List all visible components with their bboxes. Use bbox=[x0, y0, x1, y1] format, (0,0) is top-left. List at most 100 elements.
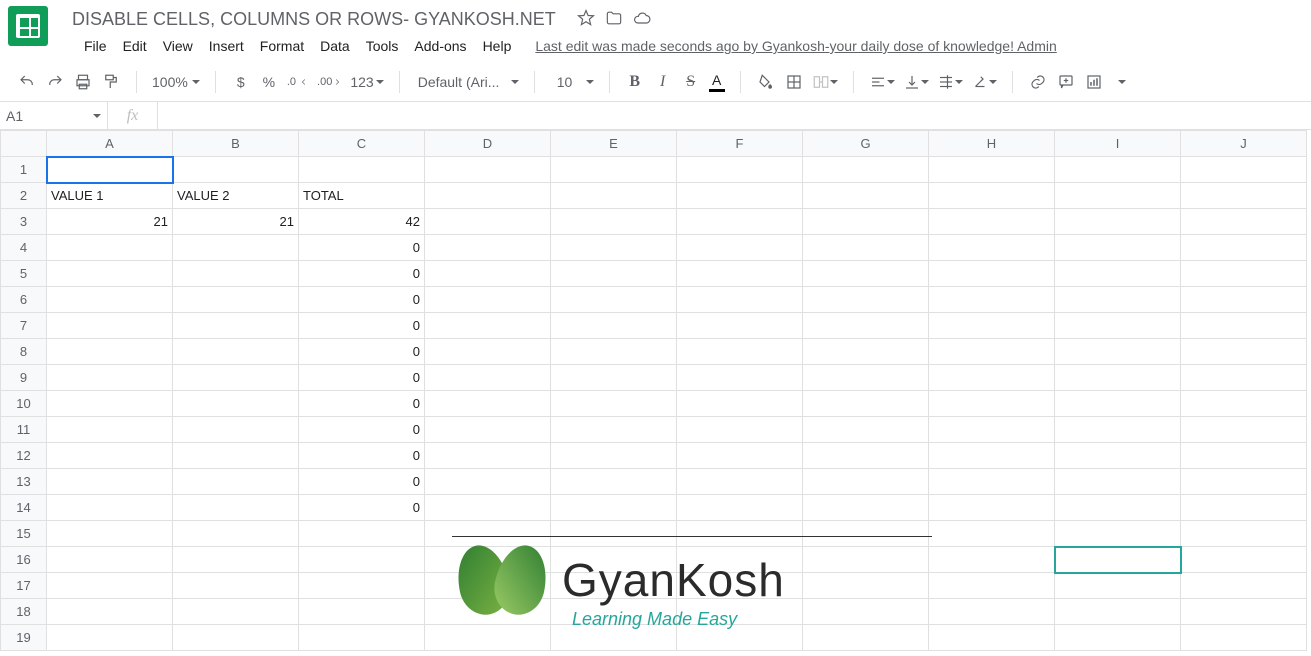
cell-D9[interactable] bbox=[425, 365, 551, 391]
cell-D16[interactable] bbox=[425, 547, 551, 573]
cell-F12[interactable] bbox=[677, 443, 803, 469]
cell-H18[interactable] bbox=[929, 599, 1055, 625]
text-color-button[interactable]: A bbox=[706, 69, 728, 95]
cell-D7[interactable] bbox=[425, 313, 551, 339]
cell-B4[interactable] bbox=[173, 235, 299, 261]
cell-I1[interactable] bbox=[1055, 157, 1181, 183]
document-title[interactable]: DISABLE CELLS, COLUMNS OR ROWS- GYANKOSH… bbox=[68, 9, 560, 30]
cell-H5[interactable] bbox=[929, 261, 1055, 287]
cell-F1[interactable] bbox=[677, 157, 803, 183]
cell-G11[interactable] bbox=[803, 417, 929, 443]
format-currency-button[interactable]: $ bbox=[228, 69, 254, 95]
column-header-G[interactable]: G bbox=[803, 131, 929, 157]
cell-G7[interactable] bbox=[803, 313, 929, 339]
cell-J13[interactable] bbox=[1181, 469, 1307, 495]
column-header-B[interactable]: B bbox=[173, 131, 299, 157]
cell-I3[interactable] bbox=[1055, 209, 1181, 235]
cell-G2[interactable] bbox=[803, 183, 929, 209]
cell-H1[interactable] bbox=[929, 157, 1055, 183]
cell-J18[interactable] bbox=[1181, 599, 1307, 625]
cell-A11[interactable] bbox=[47, 417, 173, 443]
cell-G10[interactable] bbox=[803, 391, 929, 417]
cell-C11[interactable]: 0 bbox=[299, 417, 425, 443]
cell-J3[interactable] bbox=[1181, 209, 1307, 235]
cell-B15[interactable] bbox=[173, 521, 299, 547]
cell-C17[interactable] bbox=[299, 573, 425, 599]
cell-A4[interactable] bbox=[47, 235, 173, 261]
cell-E7[interactable] bbox=[551, 313, 677, 339]
cell-D17[interactable] bbox=[425, 573, 551, 599]
cell-A16[interactable] bbox=[47, 547, 173, 573]
cell-F11[interactable] bbox=[677, 417, 803, 443]
row-header-14[interactable]: 14 bbox=[1, 495, 47, 521]
column-header-F[interactable]: F bbox=[677, 131, 803, 157]
cell-J4[interactable] bbox=[1181, 235, 1307, 261]
cell-A13[interactable] bbox=[47, 469, 173, 495]
cell-I18[interactable] bbox=[1055, 599, 1181, 625]
merge-cells-dropdown[interactable] bbox=[809, 69, 841, 95]
cell-J1[interactable] bbox=[1181, 157, 1307, 183]
cell-B1[interactable] bbox=[173, 157, 299, 183]
cell-F16[interactable] bbox=[677, 547, 803, 573]
star-icon[interactable] bbox=[576, 8, 596, 31]
cell-E13[interactable] bbox=[551, 469, 677, 495]
cell-B13[interactable] bbox=[173, 469, 299, 495]
cell-C5[interactable]: 0 bbox=[299, 261, 425, 287]
select-all-corner[interactable] bbox=[1, 131, 47, 157]
cell-G4[interactable] bbox=[803, 235, 929, 261]
cell-I14[interactable] bbox=[1055, 495, 1181, 521]
menu-addons[interactable]: Add-ons bbox=[406, 34, 474, 58]
cell-J10[interactable] bbox=[1181, 391, 1307, 417]
menu-edit[interactable]: Edit bbox=[115, 34, 155, 58]
cell-I11[interactable] bbox=[1055, 417, 1181, 443]
cell-I5[interactable] bbox=[1055, 261, 1181, 287]
cell-C16[interactable] bbox=[299, 547, 425, 573]
font-size-dropdown[interactable]: 10 bbox=[547, 69, 597, 95]
cell-C8[interactable]: 0 bbox=[299, 339, 425, 365]
cell-F3[interactable] bbox=[677, 209, 803, 235]
zoom-dropdown[interactable]: 100% bbox=[149, 69, 203, 95]
cell-H7[interactable] bbox=[929, 313, 1055, 339]
cell-F19[interactable] bbox=[677, 625, 803, 651]
row-header-11[interactable]: 11 bbox=[1, 417, 47, 443]
insert-comment-button[interactable] bbox=[1053, 69, 1079, 95]
row-header-19[interactable]: 19 bbox=[1, 625, 47, 651]
cell-I6[interactable] bbox=[1055, 287, 1181, 313]
menu-file[interactable]: File bbox=[76, 34, 115, 58]
text-rotation-dropdown[interactable] bbox=[968, 69, 1000, 95]
name-box[interactable]: A1 bbox=[0, 102, 108, 129]
cell-H6[interactable] bbox=[929, 287, 1055, 313]
cell-I8[interactable] bbox=[1055, 339, 1181, 365]
cell-G13[interactable] bbox=[803, 469, 929, 495]
cell-E18[interactable] bbox=[551, 599, 677, 625]
spreadsheet-grid[interactable]: ABCDEFGHIJ12VALUE 1VALUE 2TOTAL321214240… bbox=[0, 130, 1307, 651]
insert-link-button[interactable] bbox=[1025, 69, 1051, 95]
menu-help[interactable]: Help bbox=[475, 34, 520, 58]
cell-F7[interactable] bbox=[677, 313, 803, 339]
cell-A3[interactable]: 21 bbox=[47, 209, 173, 235]
cell-I10[interactable] bbox=[1055, 391, 1181, 417]
cell-H17[interactable] bbox=[929, 573, 1055, 599]
cell-D2[interactable] bbox=[425, 183, 551, 209]
cell-H9[interactable] bbox=[929, 365, 1055, 391]
cell-A14[interactable] bbox=[47, 495, 173, 521]
cell-I2[interactable] bbox=[1055, 183, 1181, 209]
cell-C12[interactable]: 0 bbox=[299, 443, 425, 469]
cell-C7[interactable]: 0 bbox=[299, 313, 425, 339]
cell-D18[interactable] bbox=[425, 599, 551, 625]
cell-D5[interactable] bbox=[425, 261, 551, 287]
row-header-5[interactable]: 5 bbox=[1, 261, 47, 287]
row-header-17[interactable]: 17 bbox=[1, 573, 47, 599]
cell-F17[interactable] bbox=[677, 573, 803, 599]
cell-I7[interactable] bbox=[1055, 313, 1181, 339]
cell-C10[interactable]: 0 bbox=[299, 391, 425, 417]
cell-C13[interactable]: 0 bbox=[299, 469, 425, 495]
italic-button[interactable]: I bbox=[650, 69, 676, 95]
cell-G3[interactable] bbox=[803, 209, 929, 235]
cell-I4[interactable] bbox=[1055, 235, 1181, 261]
cell-A8[interactable] bbox=[47, 339, 173, 365]
cell-B17[interactable] bbox=[173, 573, 299, 599]
cell-D19[interactable] bbox=[425, 625, 551, 651]
cell-B18[interactable] bbox=[173, 599, 299, 625]
cell-E17[interactable] bbox=[551, 573, 677, 599]
